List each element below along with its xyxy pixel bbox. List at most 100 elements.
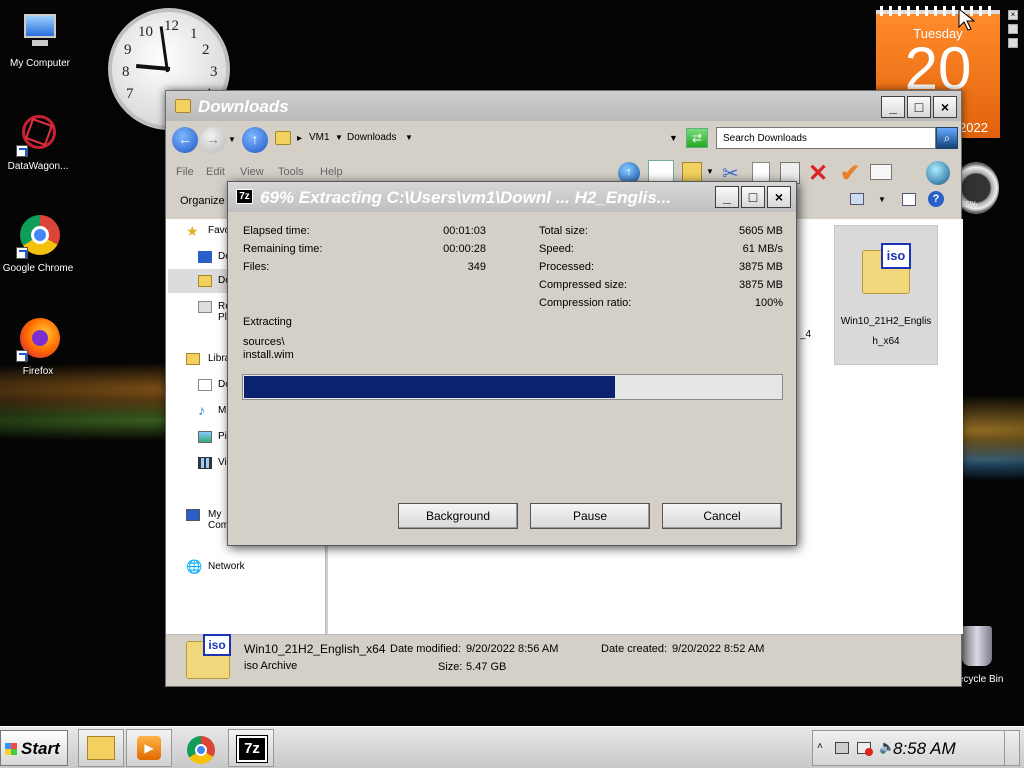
address-dropdown-icon[interactable]: ▼: [669, 133, 678, 143]
calendar-day-number: 20: [904, 35, 972, 102]
delete-icon[interactable]: ✕: [808, 159, 828, 188]
datawagon-icon: [14, 107, 64, 157]
chevron-down-icon[interactable]: ▼: [228, 135, 236, 144]
calendar-year: 2022: [959, 120, 988, 135]
properties-icon[interactable]: [870, 164, 892, 180]
clock-number: 12: [164, 18, 179, 34]
show-desktop-button[interactable]: [1004, 731, 1020, 765]
7zip-icon: 7z: [236, 189, 253, 204]
menu-file[interactable]: File: [176, 166, 194, 178]
options-icon[interactable]: [1008, 24, 1018, 34]
menu-view[interactable]: View: [240, 166, 264, 178]
clock-number: 2: [202, 42, 210, 58]
globe-icon[interactable]: [926, 161, 950, 185]
clock-number: 8: [122, 64, 130, 80]
help-icon[interactable]: ?: [928, 191, 944, 207]
checkmark-icon[interactable]: ✔: [840, 159, 860, 188]
iso-file-icon: iso: [186, 634, 231, 679]
files-label: Files:: [243, 261, 270, 273]
desktop-icon-label: Google Chrome: [2, 263, 74, 274]
maximize-button[interactable]: □: [741, 186, 765, 208]
7zip-icon: 7z: [236, 735, 268, 763]
alert-icon: [865, 748, 873, 756]
desktop-icon-google-chrome[interactable]: Google Chrome: [0, 215, 78, 274]
taskbar-chrome-button[interactable]: [178, 729, 224, 767]
menu-bar: File Edit View Tools Help: [166, 161, 626, 183]
chevron-down-icon[interactable]: ▼: [878, 195, 886, 204]
status-label: Extracting: [243, 316, 292, 328]
documents-icon: [198, 379, 212, 391]
search-icon[interactable]: ⌕: [936, 127, 958, 149]
breadcrumb-separator[interactable]: ▼: [335, 133, 343, 142]
remaining-time-label: Remaining time:: [243, 243, 323, 255]
remaining-time-value: 00:00:28: [443, 243, 486, 255]
taskbar-clock[interactable]: 8:58 AM: [893, 739, 956, 759]
file-name-line: h_x64: [872, 336, 900, 347]
drag-handle-icon[interactable]: [1008, 38, 1018, 48]
menu-tools[interactable]: Tools: [278, 166, 304, 178]
address-bar: ← → ▼ ↑ ▸ VM1 ▼ Downloads ▼ ▼ ⇄ Search D…: [166, 121, 961, 159]
details-file-name: Win10_21H2_English_x64: [244, 642, 386, 656]
show-hidden-icons-icon[interactable]: ˄: [817, 741, 823, 752]
start-button[interactable]: Start: [0, 730, 68, 766]
details-date-created-label: Date created:: [601, 643, 668, 655]
menu-help[interactable]: Help: [320, 166, 343, 178]
network-tray-icon[interactable]: [835, 742, 849, 754]
close-icon[interactable]: ×: [1008, 10, 1018, 20]
breadcrumb-item-vm1[interactable]: VM1: [309, 132, 330, 143]
start-label: Start: [21, 739, 60, 758]
desktop-icon-firefox[interactable]: Firefox: [0, 318, 78, 377]
details-size-label: Size:: [438, 661, 463, 673]
back-button[interactable]: ←: [172, 127, 198, 153]
organize-button[interactable]: Organize: [180, 195, 225, 207]
action-center-icon[interactable]: [857, 742, 873, 756]
taskbar-media-player-button[interactable]: ▶: [126, 729, 172, 767]
file-item-win10-iso[interactable]: iso Win10_21H2_Englis h_x64: [834, 225, 938, 365]
minimize-button[interactable]: _: [715, 186, 739, 208]
desktop-icon-label: DataWagon...: [7, 161, 69, 172]
view-options-icon[interactable]: [850, 193, 864, 205]
processed-value: 3875 MB: [738, 261, 783, 273]
current-file-name: install.wim: [243, 349, 294, 361]
address-field[interactable]: ▸ VM1 ▼ Downloads ▼ ▼: [270, 127, 682, 149]
desktop-icon-datawagon[interactable]: DataWagon...: [0, 107, 78, 172]
desktop-icon-label: My Computer: [9, 58, 70, 69]
close-button[interactable]: ×: [933, 96, 957, 118]
elapsed-time-label: Elapsed time:: [243, 225, 310, 237]
dialog-titlebar[interactable]: 7z 69% Extracting C:\Users\vm1\Downl ...…: [228, 182, 796, 212]
taskbar-7zip-button[interactable]: 7z: [228, 729, 274, 767]
media-player-icon: ▶: [137, 736, 161, 760]
dialog-title: 69% Extracting C:\Users\vm1\Downl ... H2…: [260, 188, 671, 207]
windows-logo-icon: [5, 743, 17, 755]
preview-pane-icon[interactable]: [902, 193, 916, 206]
explorer-titlebar[interactable]: Downloads _ □ ×: [166, 91, 961, 121]
pause-button[interactable]: Pause: [530, 503, 650, 529]
menu-edit[interactable]: Edit: [206, 166, 225, 178]
up-button[interactable]: ↑: [242, 127, 268, 153]
taskbar: Start ▶ 7z ˄ 🔈 8:58 AM: [0, 726, 1024, 768]
clock-number: 1: [190, 26, 198, 42]
search-input[interactable]: Search Downloads: [716, 127, 936, 149]
refresh-icon[interactable]: ⇄: [686, 128, 708, 148]
mouse-cursor-icon: [958, 8, 976, 31]
maximize-button[interactable]: □: [907, 96, 931, 118]
recycle-bin-icon: [962, 626, 992, 666]
close-button[interactable]: ×: [767, 186, 791, 208]
background-button[interactable]: Background: [398, 503, 518, 529]
desktop-icon-my-computer[interactable]: My Computer: [0, 10, 80, 69]
speed-value: 61 MB/s: [742, 243, 783, 255]
desktop-icon-label: Firefox: [22, 366, 54, 377]
cancel-button[interactable]: Cancel: [662, 503, 782, 529]
library-icon: [186, 353, 200, 365]
clock-number: 10: [138, 24, 153, 40]
shortcut-arrow-icon: [16, 145, 28, 157]
minimize-button[interactable]: _: [881, 96, 905, 118]
breadcrumb-item-downloads[interactable]: Downloads: [347, 132, 396, 143]
chevron-down-icon[interactable]: ▼: [706, 167, 714, 176]
breadcrumb-separator[interactable]: ▼: [405, 133, 413, 142]
forward-button[interactable]: →: [200, 127, 226, 153]
compressed-size-value: 3875 MB: [738, 279, 783, 291]
taskbar-explorer-button[interactable]: [78, 729, 124, 767]
view-icon[interactable]: [682, 162, 702, 182]
processed-label: Processed:: [539, 261, 595, 273]
